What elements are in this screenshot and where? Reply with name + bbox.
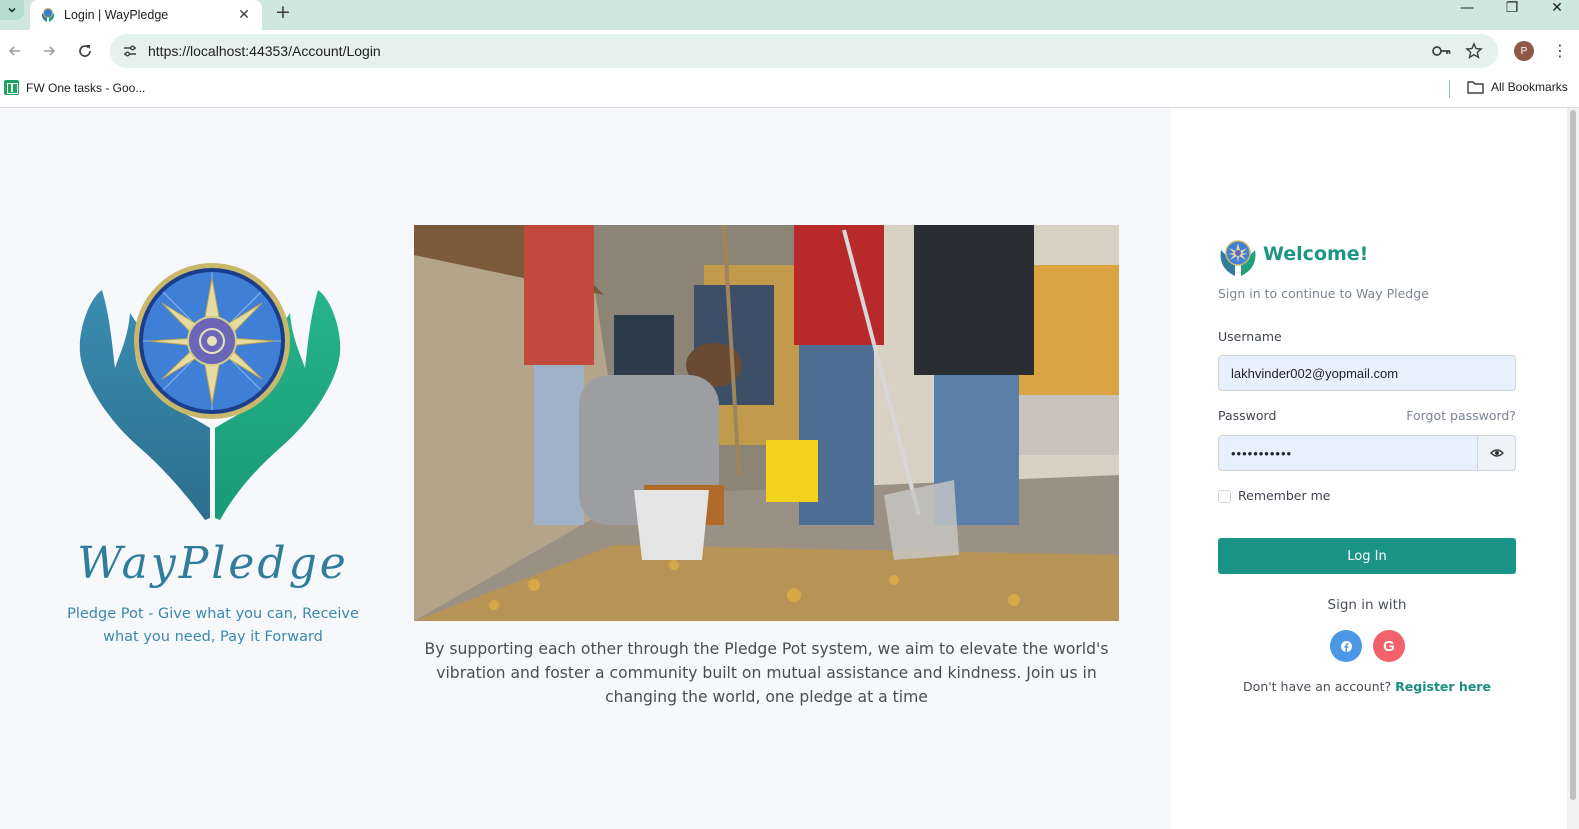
remember-me-label: Remember me [1238, 488, 1331, 503]
bookmark-star-button[interactable] [1462, 39, 1486, 63]
sheets-icon [4, 80, 19, 95]
password-key-icon [1432, 46, 1451, 56]
window-close-button[interactable]: ✕ [1544, 0, 1570, 18]
forward-button[interactable] [37, 39, 61, 63]
password-label: Password [1218, 408, 1277, 423]
waypledge-favicon-icon [41, 8, 55, 22]
new-tab-button[interactable]: + [272, 2, 294, 24]
forward-arrow-icon [44, 46, 56, 56]
login-page: WayPledge Pledge Pot - Give what you can… [0, 108, 1579, 829]
mission-statement: By supporting each other through the Ple… [424, 640, 1109, 706]
forgot-password-link[interactable]: Forgot password? [1406, 408, 1516, 423]
all-bookmarks-button[interactable]: All Bookmarks [1467, 80, 1568, 94]
waypledge-small-logo [1220, 240, 1256, 276]
facebook-login-button[interactable] [1330, 630, 1362, 662]
remember-me-checkbox[interactable] [1218, 490, 1231, 503]
toggle-password-button[interactable] [1478, 435, 1516, 471]
profile-avatar[interactable]: P [1514, 41, 1534, 61]
page-scrollbar[interactable] [1567, 108, 1579, 829]
address-bar[interactable]: https://localhost:44353/Account/Login [110, 34, 1498, 68]
kebab-menu-icon[interactable]: ⋮ [1552, 41, 1568, 61]
bookmarks-bar: FW One tasks - Goo... All Bookmarks [0, 72, 1579, 108]
facebook-icon [1340, 640, 1352, 652]
tab-close-icon[interactable]: ✕ [236, 7, 252, 23]
back-arrow-icon [8, 46, 20, 56]
browser-toolbar: https://localhost:44353/Account/Login P … [0, 30, 1579, 72]
reload-icon [79, 45, 91, 57]
login-button[interactable]: Log In [1218, 538, 1516, 574]
restore-button[interactable]: ❐ [1499, 0, 1525, 18]
password-input[interactable]: ••••••••••• [1218, 435, 1478, 471]
bookmark-label: FW One tasks - Goo... [26, 80, 146, 95]
chevron-down-icon [8, 7, 16, 13]
bookmarks-separator [1449, 80, 1450, 98]
google-icon: G [1383, 637, 1395, 655]
all-bookmarks-label: All Bookmarks [1491, 80, 1568, 94]
url-text: https://localhost:44353/Account/Login [148, 43, 381, 59]
brand-tagline: Pledge Pot - Give what you can, Receive … [67, 606, 359, 645]
login-panel: Welcome! Sign in to continue to Way Pled… [1170, 108, 1567, 829]
tab-search-button[interactable] [0, 0, 24, 20]
no-account-text: Don't have an account? [1243, 679, 1392, 694]
welcome-heading: Welcome! [1263, 243, 1369, 265]
password-manager-button[interactable] [1430, 39, 1454, 63]
sign-in-with-label: Sign in with [1327, 597, 1407, 613]
tab-title: Login | WayPledge [64, 8, 169, 22]
register-prompt: Don't have an account? Register here [1218, 679, 1516, 694]
site-info-icon[interactable] [120, 41, 140, 61]
register-link[interactable]: Register here [1395, 679, 1491, 694]
google-login-button[interactable]: G [1373, 630, 1405, 662]
reload-button[interactable] [73, 39, 97, 63]
waypledge-logo [79, 263, 341, 520]
browser-tab-bar: Login | WayPledge ✕ + — ❐ ✕ [0, 0, 1579, 30]
hero-section: WayPledge Pledge Pot - Give what you can… [0, 108, 1170, 829]
eye-icon [1489, 449, 1504, 457]
username-label: Username [1218, 329, 1282, 344]
minimize-button[interactable]: — [1454, 0, 1480, 18]
volunteers-photo [414, 225, 1119, 621]
folder-icon [1467, 81, 1484, 94]
brand-name: WayPledge [77, 538, 349, 589]
login-subtitle: Sign in to continue to Way Pledge [1218, 286, 1429, 301]
browser-tab-active[interactable]: Login | WayPledge ✕ [30, 0, 262, 30]
bookmark-fw-one-tasks[interactable]: FW One tasks - Goo... [4, 80, 145, 95]
back-button[interactable] [3, 39, 27, 63]
scrollbar-thumb[interactable] [1570, 110, 1576, 800]
username-input[interactable]: lakhvinder002@yopmail.com [1218, 355, 1516, 391]
star-icon [1465, 42, 1483, 59]
